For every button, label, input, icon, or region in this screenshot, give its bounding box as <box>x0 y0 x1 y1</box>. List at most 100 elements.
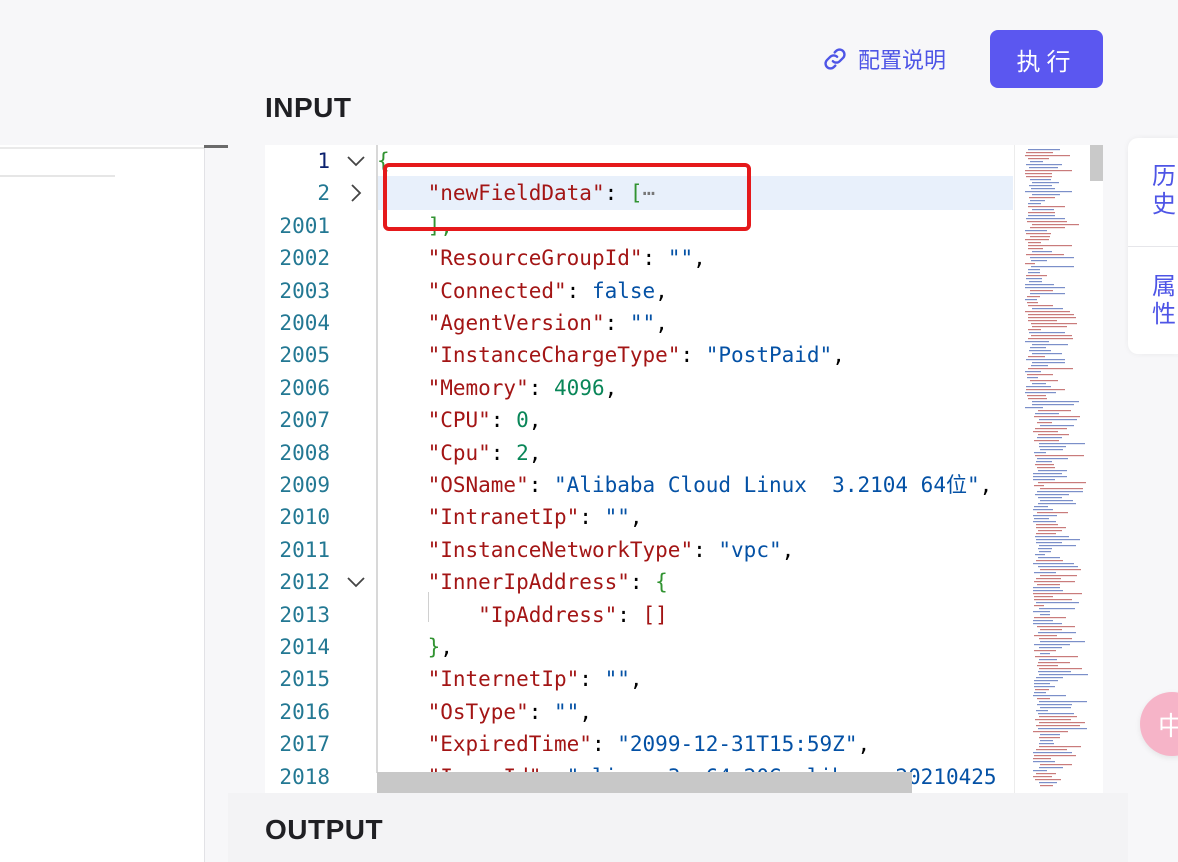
punctuation: , <box>693 246 706 271</box>
run-button[interactable]: 执行 <box>990 30 1103 88</box>
minimap-line <box>1034 755 1076 757</box>
code-line[interactable]: 2007 "CPU": 0, <box>265 404 1103 436</box>
minimap-line <box>1028 245 1072 247</box>
minimap-line <box>1037 626 1075 628</box>
minimap-line <box>1035 536 1069 538</box>
json-value: "" <box>604 505 630 530</box>
line-number: 2011 <box>279 537 330 562</box>
json-key: "InstanceChargeType" <box>427 343 681 368</box>
minimap-line <box>1029 197 1055 199</box>
minimap-line <box>1037 437 1062 439</box>
properties-tab-label-1: 属 <box>1152 272 1176 300</box>
minimap-line <box>1025 239 1049 241</box>
fold-chevron-right-icon[interactable] <box>345 177 367 209</box>
minimap-line <box>1028 149 1060 151</box>
floating-assistant-button[interactable]: 中 <box>1140 692 1178 756</box>
minimap-line <box>1032 224 1079 226</box>
minimap-line <box>1039 419 1077 421</box>
minimap-line <box>1025 299 1037 301</box>
history-tab[interactable]: 历 史 <box>1152 162 1178 218</box>
minimap-line <box>1028 314 1074 316</box>
horizontal-scrollbar-thumb[interactable] <box>377 772 912 793</box>
json-key: "Cpu" <box>427 440 491 465</box>
code-line[interactable]: 2004 "AgentVersion": "", <box>265 307 1103 339</box>
code-text: "OsType": "", <box>377 696 592 728</box>
punctuation: : <box>591 732 618 757</box>
pane-resize-handle[interactable] <box>204 145 228 148</box>
minimap-line <box>1027 302 1038 304</box>
minimap-line <box>1033 473 1062 475</box>
minimap-line <box>1037 584 1060 586</box>
line-number: 2013 <box>279 602 330 627</box>
code-text: "InstanceChargeType": "PostPaid", <box>377 339 845 371</box>
code-line[interactable]: 2002 "ResourceGroupId": "", <box>265 242 1103 274</box>
punctuation: : <box>693 537 719 562</box>
minimap-line <box>1040 785 1053 787</box>
minimap-line <box>1039 701 1087 703</box>
minimap-line <box>1026 254 1064 256</box>
properties-tab[interactable]: 属 性 <box>1152 272 1178 328</box>
punctuation: , <box>655 278 668 303</box>
code-line[interactable]: 2005 "InstanceChargeType": "PostPaid", <box>265 339 1103 371</box>
minimap-line <box>1026 176 1052 178</box>
minimap-line <box>1038 728 1087 730</box>
minimap-line <box>1033 479 1055 481</box>
code-text: "AgentVersion": "", <box>377 307 668 339</box>
code-line[interactable]: 2016 "OsType": "", <box>265 696 1103 728</box>
minimap-line <box>1028 215 1055 217</box>
minimap-line <box>1038 470 1067 472</box>
code-line[interactable]: 2013 "IpAddress": [] <box>265 599 1103 631</box>
punctuation: : <box>680 343 706 368</box>
minimap-line <box>1038 632 1076 634</box>
minimap-line <box>1040 500 1073 502</box>
minimap-line <box>1039 545 1076 547</box>
minimap-line <box>1033 758 1051 760</box>
minimap-line <box>1036 560 1063 562</box>
json-value: [] <box>642 602 668 627</box>
history-tab-label-2: 史 <box>1152 190 1176 218</box>
minimap-line <box>1040 575 1077 577</box>
minimap-line <box>1040 734 1060 736</box>
code-line[interactable]: 2017 "ExpiredTime": "2099-12-31T15:59Z", <box>265 728 1103 760</box>
code-text: "ResourceGroupId": "", <box>377 242 706 274</box>
json-key: "IntranetIp" <box>427 505 580 530</box>
code-line[interactable]: 2014 }, <box>265 631 1103 663</box>
minimap-line <box>1028 206 1065 208</box>
punctuation: : <box>579 505 605 530</box>
minimap-line <box>1039 722 1085 724</box>
code-line[interactable]: 2015 "InternetIp": "", <box>265 663 1103 695</box>
minimap-line <box>1032 344 1068 346</box>
fold-chevron-down-icon[interactable] <box>345 566 367 598</box>
fold-chevron-down-icon[interactable] <box>345 145 367 177</box>
json-key: "InternetIp" <box>427 667 580 692</box>
minimap-line <box>1033 431 1058 433</box>
minimap[interactable] <box>1014 145 1103 793</box>
code-line[interactable]: 2010 "IntranetIp": "", <box>265 501 1103 533</box>
minimap-line <box>1033 761 1055 763</box>
minimap-line <box>1040 764 1072 766</box>
minimap-line <box>1026 386 1051 388</box>
minimap-line <box>1037 422 1052 424</box>
json-editor[interactable]: 1{2 "newFieldData": [⋯ 2001 ], 2002 "Resou… <box>265 145 1103 793</box>
code-line[interactable]: 2009 "OSName": "Alibaba Cloud Linux 3.21… <box>265 469 1103 501</box>
output-title: OUTPUT <box>265 814 384 845</box>
code-line[interactable]: 2008 "Cpu": 2, <box>265 437 1103 469</box>
minimap-line <box>1028 356 1045 358</box>
code-line[interactable]: 2012 "InnerIpAddress": { <box>265 566 1103 598</box>
minimap-line <box>1028 398 1047 400</box>
minimap-line <box>1035 464 1054 466</box>
json-key: "ResourceGroupId" <box>427 246 643 271</box>
code-line[interactable]: 2006 "Memory": 4096, <box>265 372 1103 404</box>
code-line[interactable]: 2011 "InstanceNetworkType": "vpc", <box>265 534 1103 566</box>
code-line[interactable]: 2003 "Connected": false, <box>265 275 1103 307</box>
json-key: "OsType" <box>427 699 529 724</box>
minimap-line <box>1033 695 1066 697</box>
json-key: "IpAddress" <box>478 602 618 627</box>
code-text: "InstanceNetworkType": "vpc", <box>377 534 795 566</box>
left-pane <box>0 145 228 862</box>
minimap-line <box>1034 686 1055 688</box>
line-number: 2009 <box>279 473 330 497</box>
vertical-scrollbar-thumb[interactable] <box>1090 145 1103 181</box>
doc-link[interactable]: 配置说明 <box>822 43 946 75</box>
minimap-line <box>1025 371 1041 373</box>
